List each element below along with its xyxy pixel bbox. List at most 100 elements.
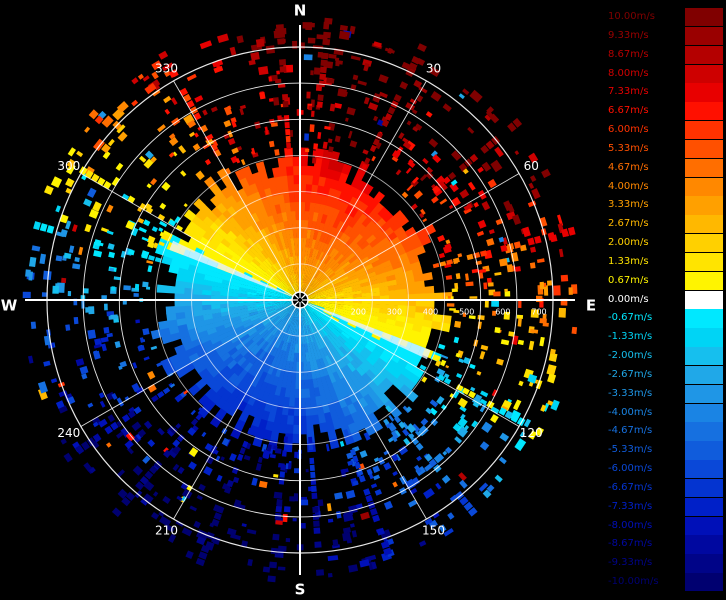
azimuth-label: 330 — [155, 61, 178, 75]
colorbar-label: 3.33m/s — [608, 199, 649, 211]
colorbar-label: 6.00m/s — [608, 124, 649, 136]
echo-gate — [285, 165, 294, 176]
colorbar-label: -9.33m/s — [608, 557, 653, 569]
colorbar-swatch — [685, 384, 723, 404]
colorbar-swatch — [685, 478, 723, 498]
echo-gate — [363, 488, 371, 496]
echo-gate — [183, 203, 188, 208]
echo-gate — [220, 456, 225, 461]
echo-gate — [498, 456, 507, 465]
echo-gate — [454, 436, 463, 444]
echo-gate — [106, 204, 114, 213]
echo-gate — [539, 281, 545, 290]
echo-gate — [349, 140, 358, 148]
echo-gate — [437, 234, 446, 242]
echo-gate — [199, 40, 213, 50]
echo-gate — [236, 453, 244, 461]
echo-gate — [198, 551, 208, 560]
colorbar-label: -7.33m/s — [608, 500, 653, 512]
echo-gate — [289, 201, 296, 212]
echo-gate — [395, 169, 402, 176]
echo-gate — [255, 463, 262, 471]
colorbar-swatch — [685, 83, 723, 102]
echo-gate — [55, 205, 61, 213]
echo-gate — [170, 97, 178, 106]
echo-gate — [282, 101, 289, 108]
echo-gate — [327, 518, 334, 523]
echo-gate — [106, 442, 112, 448]
echo-gate — [275, 520, 283, 525]
echo-gate — [231, 120, 237, 128]
echo-gate — [410, 203, 418, 211]
echo-gate — [362, 149, 369, 155]
echo-gate — [506, 264, 513, 273]
echo-gate — [334, 492, 343, 500]
echo-gate — [476, 230, 485, 237]
echo-gate — [246, 529, 257, 535]
echo-gate — [285, 129, 291, 136]
echo-gate — [117, 488, 128, 499]
echo-gate — [147, 370, 156, 380]
echo-gate — [286, 142, 291, 150]
echo-gate — [146, 260, 154, 265]
echo-gate — [300, 156, 308, 167]
colorbar-swatch — [685, 215, 723, 234]
echo-gate — [73, 317, 79, 325]
echo-gate — [327, 555, 339, 561]
echo-gate — [454, 282, 459, 289]
colorbar-label: 0.00m/s — [608, 293, 649, 305]
echo-gate — [63, 452, 73, 463]
echo-gate — [494, 327, 501, 334]
colorbar-label: -1.33m/s — [608, 331, 653, 343]
echo-gate — [83, 288, 89, 294]
echo-gate — [397, 288, 408, 296]
echo-gate — [226, 527, 237, 536]
echo-gate — [157, 427, 165, 436]
echo-gate — [255, 38, 265, 48]
echo-gate — [459, 189, 470, 199]
colorbar-swatch — [685, 196, 723, 215]
echo-gate — [425, 111, 433, 118]
echo-gate — [227, 137, 236, 146]
colorbar-swatch — [685, 290, 723, 309]
echo-gate — [312, 157, 317, 164]
echo-gate — [313, 527, 321, 534]
echo-gate — [442, 103, 452, 112]
echo-gate — [43, 270, 52, 280]
echo-gate — [258, 480, 268, 489]
echo-gate — [543, 285, 549, 296]
echo-gate — [425, 407, 433, 415]
echo-gate — [571, 326, 578, 335]
echo-gate — [259, 91, 266, 100]
echo-gate — [132, 362, 138, 369]
echo-gate — [311, 492, 318, 499]
colorbar-swatch — [685, 535, 723, 554]
echo-gate — [67, 291, 72, 297]
echo-gate — [190, 418, 199, 426]
echo-gate — [131, 99, 139, 107]
echo-gate — [405, 167, 412, 174]
echo-gate — [114, 341, 121, 349]
echo-gate — [342, 91, 348, 97]
echo-gate — [447, 296, 451, 299]
echo-gate — [453, 336, 460, 344]
colorbar-label: 5.33m/s — [608, 142, 649, 154]
echo-gate — [457, 253, 463, 258]
echo-gate — [113, 276, 121, 281]
echo-gate — [458, 472, 467, 481]
echo-gate — [465, 273, 469, 281]
echo-gate — [469, 296, 478, 299]
compass-east: E — [586, 297, 596, 315]
echo-gate — [180, 170, 187, 177]
echo-gate — [31, 245, 41, 252]
echo-gate — [514, 150, 520, 156]
echo-gate — [142, 281, 149, 288]
echo-gate — [188, 461, 197, 470]
echo-gate — [317, 94, 324, 101]
echo-gate — [141, 236, 149, 242]
echo-gate — [374, 489, 382, 496]
colorbar-swatch — [685, 516, 723, 535]
radar-ppi-display: N S W E 30 60 120 150 210 240 300 330 200 300 400 500 60… — [1, 2, 596, 599]
colorbar-swatch — [685, 158, 723, 177]
echo-gate — [486, 238, 495, 247]
